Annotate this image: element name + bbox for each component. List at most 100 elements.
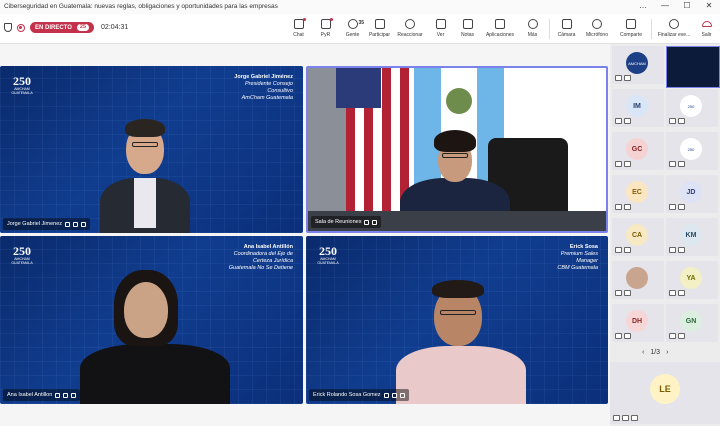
participant-tile[interactable]: KM [666, 218, 718, 256]
raise-label: Participar [368, 32, 391, 38]
toolbar-buttons: Chat PyR 35 Gente Participar Reaccionar V… [285, 16, 720, 42]
camera-off-icon [678, 290, 685, 296]
video-tile-meeting-room[interactable]: Sala de Reuniones [306, 66, 608, 233]
more-window-button[interactable]: … [632, 0, 654, 14]
participant-initials: IM [626, 95, 648, 117]
view-button[interactable]: Ver [427, 16, 454, 42]
participant-tile[interactable]: IM [612, 89, 664, 127]
close-window-button[interactable]: ✕ [698, 0, 720, 14]
participant-avatar: 250 [680, 95, 702, 117]
leave-button[interactable]: Salir [693, 16, 720, 42]
pin-icon[interactable] [81, 221, 87, 227]
participant-name: Ana Isabel Antillon [7, 392, 53, 398]
participant-tile[interactable]: CA [612, 218, 664, 256]
chat-button[interactable]: Chat [285, 16, 312, 42]
participant-initials: LE [650, 374, 680, 404]
amcham-logo: 250 AMCHAM GUATEMALA [10, 75, 34, 95]
mic-off-icon [669, 161, 676, 167]
participant-tile[interactable]: JD [666, 175, 718, 213]
chevron-right-icon[interactable]: › [666, 349, 668, 356]
camera-icon [73, 221, 79, 227]
more-label: Más [527, 32, 538, 38]
camera-button[interactable]: Cámara [553, 16, 580, 42]
participant-tile[interactable]: DH [612, 304, 664, 342]
participant-tile[interactable]: GN [666, 304, 718, 342]
self-video[interactable] [666, 46, 720, 88]
logo-text: AMCHAM GUATEMALA [11, 257, 33, 265]
mic-label: Micrófono [586, 32, 608, 38]
window-title: Ciberseguridad en Guatemala: nuevas regl… [0, 0, 720, 14]
camera-off-icon [561, 19, 572, 29]
minimize-button[interactable]: — [654, 0, 676, 14]
pin-icon[interactable] [399, 392, 405, 398]
video-tile-speaker-1[interactable]: 250 AMCHAM GUATEMALA Jorge Gabriel Jiméne… [0, 66, 303, 233]
participant-name: Jorge Gabriel Jimenez [7, 221, 63, 227]
mic-off-icon [65, 221, 71, 227]
logo-number: 250 [319, 244, 337, 258]
people-button[interactable]: 35 Gente [339, 16, 366, 42]
share-button[interactable]: Comparte [614, 16, 648, 42]
share-label: Comparte [620, 32, 642, 38]
participant-photo [626, 267, 648, 289]
apps-button[interactable]: Aplicaciones [481, 16, 519, 42]
mic-off-icon [622, 415, 629, 421]
video-tile-speaker-3[interactable]: 250 AMCHAM GUATEMALA Erick Sosa Premium S… [306, 236, 608, 404]
viewer-count: 25 [76, 24, 90, 31]
mic-button[interactable]: Micrófono [580, 16, 614, 42]
camera-off-icon [624, 161, 631, 167]
participant-initials: GN [680, 310, 702, 332]
participant-tile[interactable]: 250 [666, 89, 718, 127]
mic-off-icon [669, 247, 676, 253]
participant-tile[interactable]: GC [612, 132, 664, 170]
camera-label: Cámara [557, 32, 576, 38]
chevron-left-icon[interactable]: ‹ [642, 349, 644, 356]
notes-button[interactable]: Notas [454, 16, 481, 42]
participant-initials: CA [626, 224, 648, 246]
mic-off-icon [55, 392, 61, 398]
speaker-caption: Ana Isabel Antillón Coordinadora del Eje… [229, 244, 293, 272]
leave-label: Salir [701, 32, 712, 38]
maximize-button[interactable]: ☐ [676, 0, 698, 14]
amcham-logo: 250 AMCHAM GUATEMALA [10, 244, 34, 265]
participant-tile[interactable]: 250 [666, 132, 718, 170]
participant-tile-large[interactable]: LE [610, 362, 720, 424]
caption-line: Guatemala No Se Detiene [228, 265, 293, 271]
participant-tile[interactable]: EC [612, 175, 664, 213]
raise-hand-button[interactable]: Participar [366, 16, 393, 42]
amcham-logo: 250 AMCHAM GUATEMALA [316, 244, 340, 265]
participant-name: Erick Rolando Sosa Gomez [313, 392, 381, 398]
notes-label: Notas [460, 32, 475, 38]
chat-icon [293, 19, 304, 29]
participant-tile[interactable] [612, 261, 664, 299]
participant-tile[interactable]: YA [666, 261, 718, 299]
participant-tile[interactable]: AMCHAM [612, 46, 664, 84]
notes-icon [462, 19, 473, 29]
mic-off-icon [592, 19, 602, 29]
more-icon [527, 19, 538, 29]
more-button[interactable]: Más [519, 16, 546, 42]
camera-off-icon [624, 333, 631, 339]
pin-icon[interactable] [372, 219, 378, 225]
caption-line: Premium Sales [560, 251, 598, 257]
caption-name: Erick Sosa [569, 244, 598, 250]
end-event-label: Finalizar eve... [657, 32, 691, 38]
participant-name-tag: Sala de Reuniones [311, 216, 382, 228]
speaker-caption: Jorge Gabriel Jiménez Presidente Consejo… [234, 74, 293, 102]
participant-name: Sala de Reuniones [315, 219, 362, 225]
logo-number: 250 [13, 244, 31, 258]
camera-off-icon [678, 118, 685, 124]
mic-off-icon [669, 118, 676, 124]
shield-icon[interactable] [4, 23, 12, 32]
mic-off-icon [615, 247, 622, 253]
end-event-button[interactable]: Finalizar eve... [655, 16, 693, 42]
camera-off-icon [678, 161, 685, 167]
live-badge[interactable]: EN DIRECTO 25 [30, 22, 95, 33]
pin-icon[interactable] [71, 392, 77, 398]
video-tile-speaker-2[interactable]: 250 AMCHAM GUATEMALA Ana Isabel Antillón … [0, 236, 303, 404]
caption-line: Consultivo [267, 88, 293, 94]
participant-initials: YA [680, 267, 702, 289]
apps-label: Aplicaciones [485, 32, 515, 38]
qa-button[interactable]: PyR [312, 16, 339, 42]
camera-icon [391, 392, 397, 398]
react-button[interactable]: Reaccionar [393, 16, 427, 42]
